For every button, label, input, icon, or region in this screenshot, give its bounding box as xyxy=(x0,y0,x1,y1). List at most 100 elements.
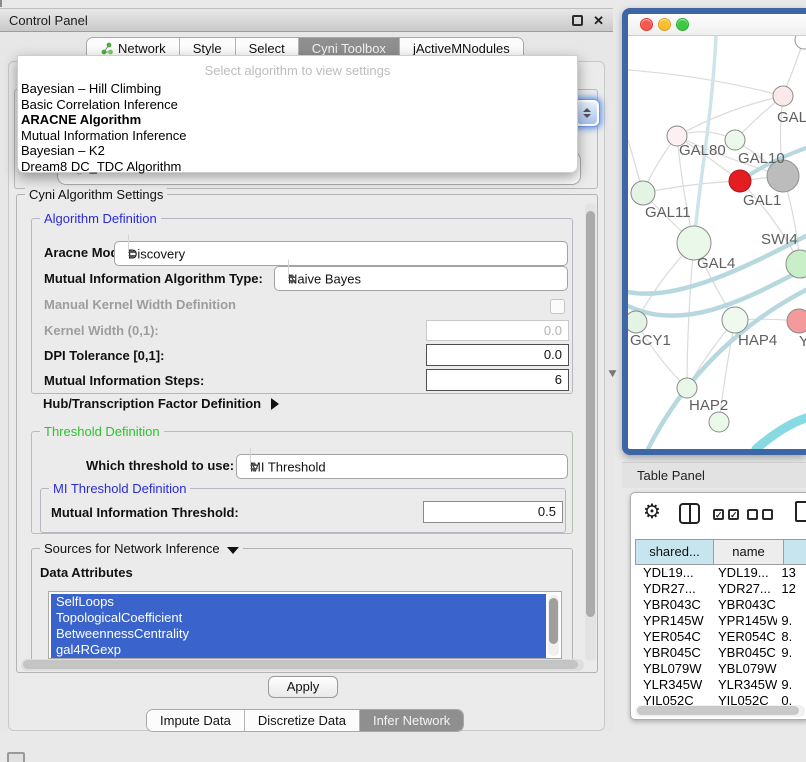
table-row[interactable]: YLR345WYLR345W9. xyxy=(635,677,806,693)
split-columns-icon[interactable] xyxy=(679,503,700,524)
algorithm-option-mutual-information-inference[interactable]: Mutual Information Inference xyxy=(18,128,577,144)
which-threshold-combo[interactable]: MI Threshold xyxy=(236,454,568,479)
network-node-y[interactable] xyxy=(787,309,806,333)
network-node[interactable] xyxy=(795,36,806,49)
kernel-width-label: Kernel Width (0,1): xyxy=(44,323,159,338)
table-horizontal-scrollbar[interactable] xyxy=(635,705,805,717)
table-row[interactable]: YBR045CYBR045C9. xyxy=(635,645,806,661)
manual-kernel-checkbox[interactable] xyxy=(550,299,565,314)
network-node-hap4[interactable] xyxy=(722,307,748,333)
algorithm-option-aracne-algorithm[interactable]: ARACNE Algorithm xyxy=(18,112,577,128)
sources-group-title[interactable]: Sources for Network Inference xyxy=(40,541,243,556)
table-row[interactable]: YDL19...YDL19...13 xyxy=(635,565,806,581)
aracne-mode-combo[interactable]: Discovery xyxy=(114,241,568,266)
select-all-checkboxes-icon[interactable]: ✓✓ xyxy=(713,509,739,520)
table-cell: YBL079W xyxy=(635,661,710,677)
network-node-label: GCY1 xyxy=(630,332,671,349)
network-node-swi4[interactable] xyxy=(786,250,806,278)
network-icon xyxy=(100,42,113,55)
algorithm-option-dream8-dc-tdc-algorithm[interactable]: Dream8 DC_TDC Algorithm xyxy=(18,159,577,175)
table-toolbar: ⚙ ✓✓ xyxy=(631,493,806,537)
network-edge[interactable] xyxy=(628,70,783,96)
table-row[interactable]: YBL079WYBL079W xyxy=(635,661,806,677)
close-icon[interactable]: ✕ xyxy=(593,12,604,29)
dpi-tolerance-label: DPI Tolerance [0,1]: xyxy=(44,348,164,363)
table-cell: 9. xyxy=(777,613,806,629)
network-node-gal11[interactable] xyxy=(631,181,655,205)
settings-gear-icon[interactable]: ⚙ xyxy=(643,501,661,523)
kernel-width-field[interactable]: 0.0 xyxy=(426,320,569,341)
table-panel-header: Table Panel xyxy=(622,462,806,488)
data-attributes-label: Data Attributes xyxy=(40,565,133,580)
table-row[interactable]: YDR27...YDR27...12 xyxy=(635,581,806,597)
column-header-col2[interactable] xyxy=(784,540,806,564)
table-cell: YDR27... xyxy=(710,581,777,597)
tab-impute-data[interactable]: Impute Data xyxy=(147,710,244,731)
float-window-icon[interactable] xyxy=(572,15,583,26)
table-row[interactable]: YER054CYER054C8. xyxy=(635,629,806,645)
attribute-item-gal4rgexp[interactable]: gal4RGexp xyxy=(51,642,546,658)
network-graph-canvas[interactable]: GALGAL80GAL10GAL1GAL11GAL4SWI4GCY1HAP4YH… xyxy=(628,36,806,449)
table-cell: YER054C xyxy=(635,629,710,645)
table-cell xyxy=(777,661,806,677)
hub-transcription-section-toggle[interactable]: Hub/Transcription Factor Definition xyxy=(43,396,279,411)
list-vertical-scrollbar[interactable] xyxy=(548,595,559,656)
cyni-algorithm-settings-group: Cyni Algorithm Settings Algorithm Defini… xyxy=(16,194,598,673)
table-cell: YBR043C xyxy=(635,597,710,613)
minimized-panel-icon[interactable] xyxy=(7,752,25,762)
new-table-document-icon[interactable] xyxy=(795,501,806,522)
settings-vertical-scrollbar[interactable] xyxy=(585,203,596,661)
network-node-gal[interactable] xyxy=(773,86,793,106)
attribute-item-topologicalcoefficient[interactable]: TopologicalCoefficient xyxy=(51,610,546,626)
settings-horizontal-scrollbar[interactable] xyxy=(21,659,584,671)
threshold-definition-group: Threshold Definition Which threshold to … xyxy=(31,431,573,534)
table-row[interactable]: YPR145WYPR145W9. xyxy=(635,613,806,629)
which-threshold-label: Which threshold to use: xyxy=(86,458,234,473)
network-window-titlebar[interactable] xyxy=(628,14,806,36)
table-row[interactable]: YBR043CYBR043C xyxy=(635,597,806,613)
mi-steps-field[interactable]: 6 xyxy=(426,369,569,391)
mi-algorithm-type-label: Mutual Information Algorithm Type: xyxy=(44,271,263,286)
table-cell: 8. xyxy=(777,629,806,645)
table-cell xyxy=(777,597,806,613)
network-node-label: GAL11 xyxy=(645,204,691,221)
network-node[interactable] xyxy=(709,412,729,432)
algorithm-option-bayesian-k2[interactable]: Bayesian – K2 xyxy=(18,143,577,159)
tab-infer-network[interactable]: Infer Network xyxy=(359,710,463,731)
network-node-label: GAL1 xyxy=(743,192,781,209)
mi-threshold-field[interactable]: 0.5 xyxy=(423,501,563,523)
column-header-shared[interactable]: shared... xyxy=(636,540,714,564)
network-node-gal10[interactable] xyxy=(725,130,745,150)
network-node-gal1[interactable] xyxy=(729,170,751,192)
network-node-label: HAP4 xyxy=(738,332,777,349)
network-edge[interactable] xyxy=(677,96,783,136)
table-cell: YBR045C xyxy=(635,645,710,661)
table-cell: YPR145W xyxy=(710,613,777,629)
expanded-arrow-icon xyxy=(227,547,239,554)
network-node-gcy1[interactable] xyxy=(628,311,647,333)
network-edge[interactable] xyxy=(694,36,716,243)
mi-algorithm-type-combo[interactable]: Naive Bayes xyxy=(274,266,568,291)
column-header-name[interactable]: name xyxy=(714,540,784,564)
algorithm-option-bayesian-hill-climbing[interactable]: Bayesian – Hill Climbing xyxy=(18,81,577,97)
table-panel-title: Table Panel xyxy=(637,463,705,489)
attribute-item-betweennesscentrality[interactable]: BetweennessCentrality xyxy=(51,626,546,642)
network-node-label: GAL4 xyxy=(697,255,735,272)
algorithm-option-basic-correlation-inference[interactable]: Basic Correlation Inference xyxy=(18,97,577,113)
combo-stepper-icon xyxy=(288,274,561,284)
apply-button[interactable]: Apply xyxy=(268,676,338,698)
tab-discretize-data[interactable]: Discretize Data xyxy=(244,710,359,731)
network-node-hap2[interactable] xyxy=(677,378,697,398)
network-edge[interactable] xyxy=(756,418,806,449)
network-edge[interactable] xyxy=(643,181,740,193)
minimize-traffic-light-icon[interactable] xyxy=(658,18,671,31)
table-cell: YBR043C xyxy=(710,597,777,613)
data-attributes-list[interactable]: SelfLoopsTopologicalCoefficientBetweenne… xyxy=(48,591,562,659)
network-view-window: GALGAL80GAL10GAL1GAL11GAL4SWI4GCY1HAP4YH… xyxy=(622,8,806,455)
zoom-traffic-light-icon[interactable] xyxy=(676,18,689,31)
attribute-item-selfloops[interactable]: SelfLoops xyxy=(51,594,546,610)
table-panel-window: ⚙ ✓✓ shared...name YDL19...YDL19...13YDR… xyxy=(630,492,806,720)
deselect-all-checkboxes-icon[interactable] xyxy=(747,509,773,520)
close-traffic-light-icon[interactable] xyxy=(640,18,653,31)
dpi-tolerance-field[interactable]: 0.0 xyxy=(426,344,569,366)
